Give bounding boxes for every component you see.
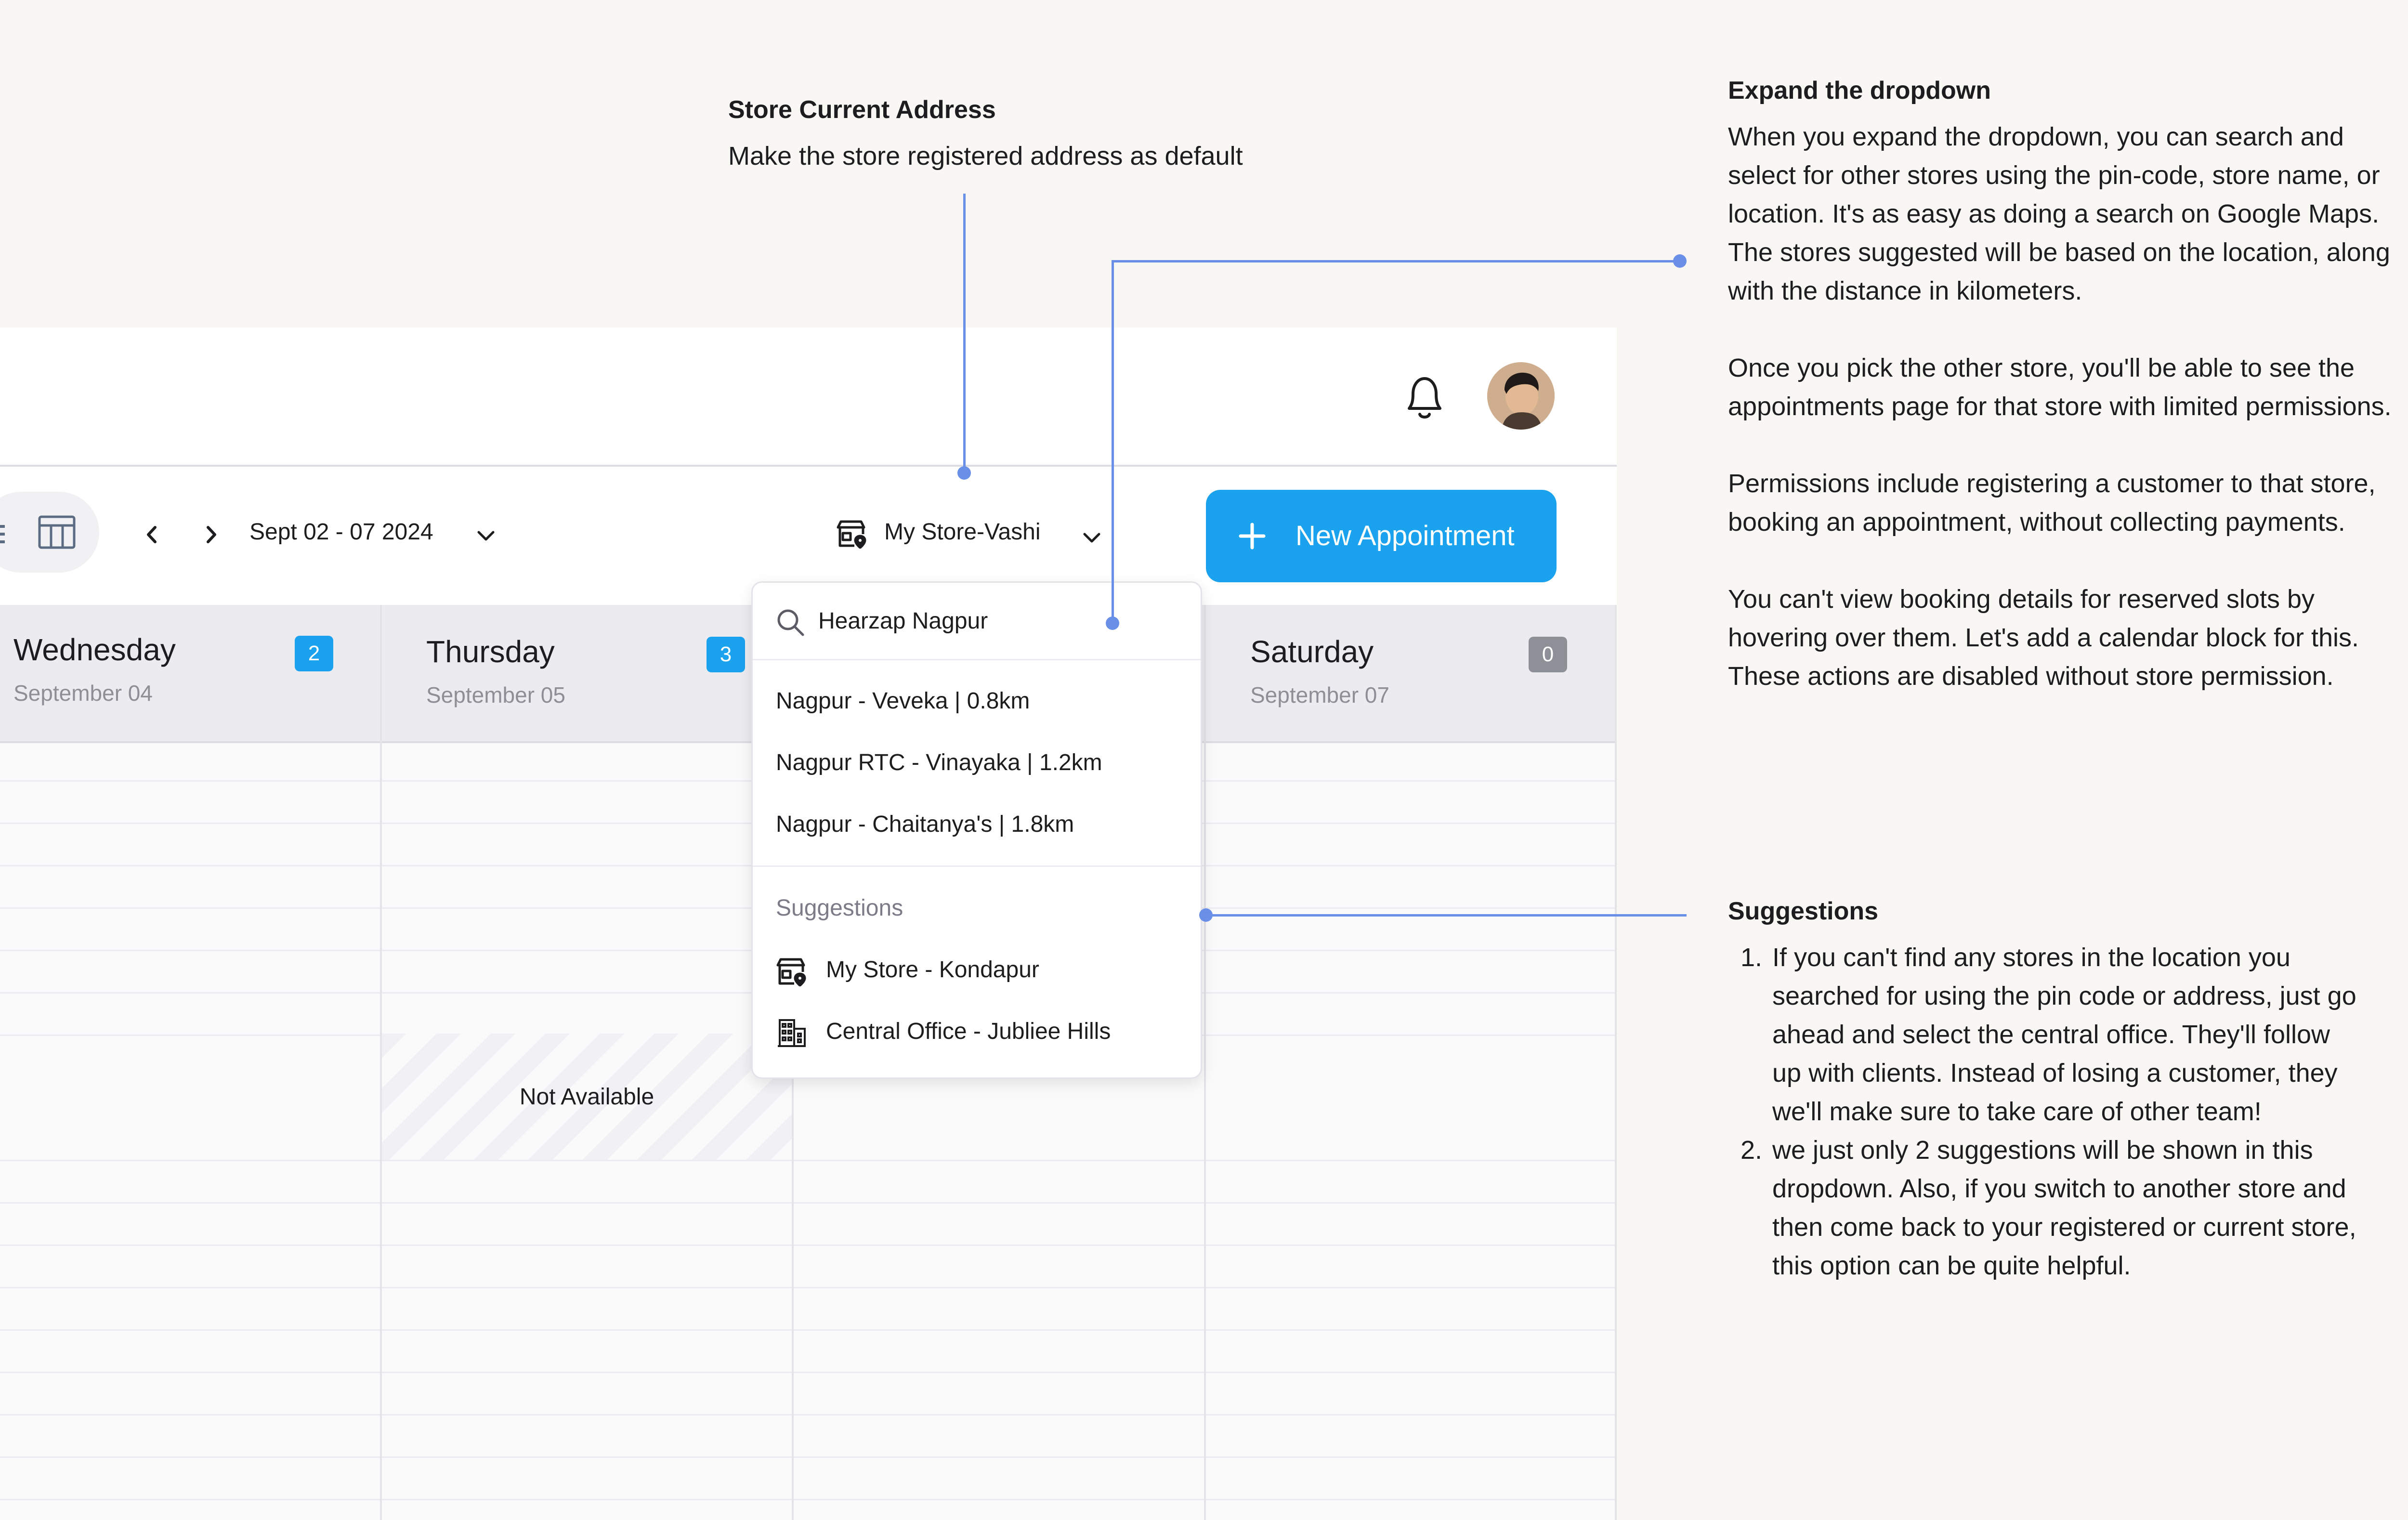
dropdown-divider bbox=[753, 659, 1201, 660]
annotation-paragraph: You can't view booking details for reser… bbox=[1728, 585, 2359, 691]
store-icon bbox=[836, 520, 867, 549]
plus-icon bbox=[1238, 522, 1267, 550]
day-header-saturday[interactable]: Saturday September 07 0 bbox=[1206, 605, 1617, 743]
day-header-wednesday[interactable]: Wednesday September 04 2 bbox=[0, 605, 380, 743]
day-name: Wednesday bbox=[13, 632, 176, 667]
not-available-label: Not Available bbox=[519, 1084, 654, 1110]
annotation-paragraph: Permissions include registering a custom… bbox=[1728, 469, 2376, 537]
day-name: Saturday bbox=[1250, 634, 1374, 669]
connector-dot bbox=[1106, 616, 1119, 630]
grid-row-line bbox=[0, 1287, 1617, 1288]
appointments-app: Sept 02 - 07 2024 My Store-Vashi Wednesd… bbox=[0, 328, 1617, 1520]
not-available-block: Not Available bbox=[382, 1034, 792, 1160]
day-date: September 05 bbox=[426, 682, 565, 708]
appointment-count-badge: 2 bbox=[295, 636, 333, 671]
store-search-input[interactable]: Hearzap Nagpur bbox=[818, 608, 988, 634]
search-icon bbox=[775, 607, 806, 638]
grid-row-line bbox=[0, 1372, 1617, 1373]
store-icon bbox=[776, 957, 807, 987]
grid-column-line bbox=[1204, 605, 1206, 1520]
date-range-chevron-down-icon[interactable] bbox=[474, 524, 498, 548]
suggestion-item-store[interactable]: My Store - Kondapur bbox=[826, 957, 1039, 983]
dropdown-divider bbox=[753, 865, 1201, 867]
suggestions-heading: Suggestions bbox=[776, 895, 903, 921]
annotation-body-expand-dropdown: When you expand the dropdown, you can se… bbox=[1728, 118, 2402, 695]
store-result-item[interactable]: Nagpur - Chaitanya's | 1.8km bbox=[776, 811, 1074, 838]
top-bar bbox=[0, 328, 1617, 467]
suggestion-note: we just only 2 suggestions will be shown… bbox=[1769, 1131, 2359, 1285]
annotation-text-store-address: Make the store registered address as def… bbox=[728, 142, 1243, 170]
annotation-paragraph: Once you pick the other store, you'll be… bbox=[1728, 354, 2392, 421]
grid-column-line bbox=[1615, 605, 1617, 1520]
store-selector[interactable]: My Store-Vashi bbox=[884, 519, 1041, 545]
day-date: September 04 bbox=[13, 681, 153, 706]
connector-line-dropdown bbox=[1112, 260, 1114, 622]
annotation-title-expand-dropdown: Expand the dropdown bbox=[1728, 77, 1991, 105]
new-appointment-button[interactable]: New Appointment bbox=[1206, 490, 1557, 582]
calendar-view-icon[interactable] bbox=[38, 514, 76, 550]
building-icon bbox=[777, 1018, 807, 1048]
new-appointment-label: New Appointment bbox=[1296, 520, 1515, 551]
grid-row-line bbox=[0, 1245, 1617, 1246]
connector-dot bbox=[957, 466, 971, 480]
connector-dot bbox=[1673, 254, 1687, 268]
connector-line-store-address bbox=[963, 194, 966, 473]
suggestion-note: If you can't find any stores in the loca… bbox=[1769, 938, 2359, 1131]
grid-row-line bbox=[0, 1202, 1617, 1204]
appointment-count-badge: 0 bbox=[1529, 637, 1567, 672]
user-avatar[interactable] bbox=[1487, 362, 1555, 430]
day-name: Thursday bbox=[426, 634, 555, 669]
store-result-item[interactable]: Nagpur RTC - Vinayaka | 1.2km bbox=[776, 749, 1102, 776]
grid-row-line bbox=[0, 1414, 1617, 1415]
annotation-body-suggestions: If you can't find any stores in the loca… bbox=[1728, 938, 2359, 1285]
annotation-paragraph: When you expand the dropdown, you can se… bbox=[1728, 122, 2390, 305]
chevron-left-icon[interactable] bbox=[143, 523, 162, 547]
grid-row-line bbox=[0, 1456, 1617, 1458]
day-date: September 07 bbox=[1250, 682, 1389, 708]
connector-line-suggestions bbox=[1206, 914, 1687, 917]
store-selector-chevron-down-icon[interactable] bbox=[1080, 525, 1104, 550]
connector-dot bbox=[1199, 908, 1213, 922]
store-search-dropdown: Hearzap Nagpur Nagpur - Veveka | 0.8km N… bbox=[751, 581, 1202, 1079]
grid-row-line bbox=[0, 1160, 1617, 1161]
date-range-label[interactable]: Sept 02 - 07 2024 bbox=[249, 519, 433, 545]
annotation-title-suggestions: Suggestions bbox=[1728, 897, 1879, 925]
grid-row-line bbox=[0, 1329, 1617, 1331]
bell-icon[interactable] bbox=[1400, 371, 1449, 424]
annotation-title-store-address: Store Current Address bbox=[728, 96, 996, 124]
list-view-icon[interactable] bbox=[0, 520, 10, 549]
suggestion-item-central-office[interactable]: Central Office - Jubliee Hills bbox=[826, 1018, 1111, 1045]
grid-row-line bbox=[0, 1499, 1617, 1500]
store-result-item[interactable]: Nagpur - Veveka | 0.8km bbox=[776, 688, 1030, 714]
chevron-right-icon[interactable] bbox=[201, 523, 221, 547]
suggestions-list: If you can't find any stores in the loca… bbox=[1728, 938, 2359, 1285]
appointment-count-badge: 3 bbox=[707, 637, 745, 672]
connector-line-dropdown bbox=[1112, 260, 1680, 262]
day-header-thursday[interactable]: Thursday September 05 3 bbox=[382, 605, 792, 743]
